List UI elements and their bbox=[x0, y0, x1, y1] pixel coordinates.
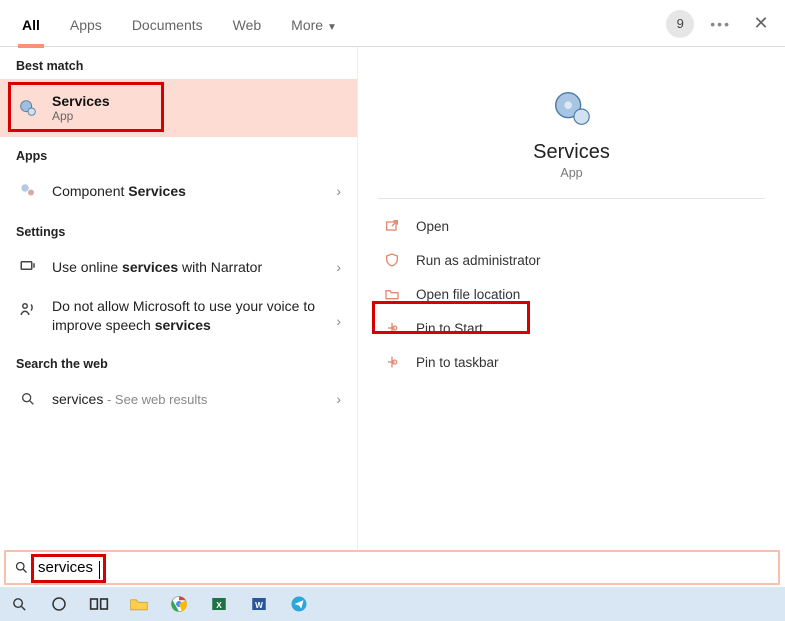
person-voice-icon bbox=[16, 297, 40, 321]
section-best-match: Best match bbox=[0, 47, 357, 79]
pin-icon bbox=[382, 352, 402, 372]
tab-documents[interactable]: Documents bbox=[128, 9, 207, 37]
result-label: Use online services with Narrator bbox=[52, 259, 336, 275]
taskbar: X W bbox=[0, 587, 785, 621]
detail-title: Services bbox=[358, 141, 785, 164]
result-label: Do not allow Microsoft to use your voice… bbox=[52, 297, 336, 335]
result-services-app[interactable]: Services App bbox=[0, 79, 357, 137]
tab-more[interactable]: More ▼ bbox=[287, 9, 341, 37]
action-open[interactable]: Open bbox=[358, 209, 785, 243]
pin-icon bbox=[382, 318, 402, 338]
results-list: Best match Services App Apps Component S… bbox=[0, 47, 358, 550]
chevron-right-icon: › bbox=[336, 391, 341, 407]
separator bbox=[378, 198, 765, 199]
result-label: services - See web results bbox=[52, 391, 336, 407]
detail-panel: Services App Open Run as administrator O… bbox=[358, 47, 785, 550]
component-services-icon bbox=[16, 179, 40, 203]
result-subtitle: App bbox=[52, 109, 110, 123]
taskbar-word-icon[interactable]: W bbox=[246, 591, 272, 617]
search-icon bbox=[14, 560, 34, 575]
shield-icon bbox=[382, 250, 402, 270]
text-cursor bbox=[99, 561, 100, 579]
tab-web[interactable]: Web bbox=[229, 9, 266, 37]
tab-apps[interactable]: Apps bbox=[66, 9, 106, 37]
result-narrator-services[interactable]: Use online services with Narrator › bbox=[0, 245, 357, 289]
chevron-right-icon: › bbox=[336, 183, 341, 199]
result-title: Services bbox=[52, 93, 110, 109]
action-label: Run as administrator bbox=[416, 253, 541, 268]
action-label: Pin to Start bbox=[416, 321, 483, 336]
chevron-right-icon: › bbox=[336, 313, 341, 329]
svg-text:X: X bbox=[216, 601, 222, 610]
result-web-search[interactable]: services - See web results › bbox=[0, 377, 357, 421]
taskbar-chrome-icon[interactable] bbox=[166, 591, 192, 617]
taskbar-search-icon[interactable] bbox=[6, 591, 32, 617]
taskbar-taskview-icon[interactable] bbox=[86, 591, 112, 617]
result-component-services[interactable]: Component Services › bbox=[0, 169, 357, 213]
open-icon bbox=[382, 216, 402, 236]
narrator-icon bbox=[16, 255, 40, 279]
search-filter-tabs: All Apps Documents Web More ▼ 9 ••• ✕ bbox=[0, 0, 785, 47]
action-label: Open file location bbox=[416, 287, 520, 302]
search-icon bbox=[16, 387, 40, 411]
action-label: Open bbox=[416, 219, 449, 234]
services-gear-icon bbox=[16, 96, 40, 120]
action-run-admin[interactable]: Run as administrator bbox=[358, 243, 785, 277]
svg-text:W: W bbox=[255, 601, 263, 610]
action-pin-start[interactable]: Pin to Start bbox=[358, 311, 785, 345]
folder-icon bbox=[382, 284, 402, 304]
section-search-web: Search the web bbox=[0, 345, 357, 377]
detail-subtitle: App bbox=[358, 166, 785, 180]
taskbar-file-explorer-icon[interactable] bbox=[126, 591, 152, 617]
section-apps: Apps bbox=[0, 137, 357, 169]
action-label: Pin to taskbar bbox=[416, 355, 499, 370]
chevron-down-icon: ▼ bbox=[327, 22, 337, 33]
more-options-icon[interactable]: ••• bbox=[710, 16, 731, 32]
tab-all[interactable]: All bbox=[18, 9, 44, 37]
close-button[interactable]: ✕ bbox=[747, 13, 775, 34]
chevron-right-icon: › bbox=[336, 259, 341, 275]
result-label: Component Services bbox=[52, 183, 336, 199]
section-settings: Settings bbox=[0, 213, 357, 245]
taskbar-excel-icon[interactable]: X bbox=[206, 591, 232, 617]
search-box[interactable] bbox=[4, 550, 780, 585]
action-open-location[interactable]: Open file location bbox=[358, 277, 785, 311]
taskbar-cortana-icon[interactable] bbox=[46, 591, 72, 617]
taskbar-telegram-icon[interactable] bbox=[286, 591, 312, 617]
search-input[interactable] bbox=[34, 557, 124, 578]
rewards-badge[interactable]: 9 bbox=[666, 10, 694, 38]
action-pin-taskbar[interactable]: Pin to taskbar bbox=[358, 345, 785, 379]
services-large-icon bbox=[548, 85, 596, 133]
result-speech-services[interactable]: Do not allow Microsoft to use your voice… bbox=[0, 289, 357, 345]
